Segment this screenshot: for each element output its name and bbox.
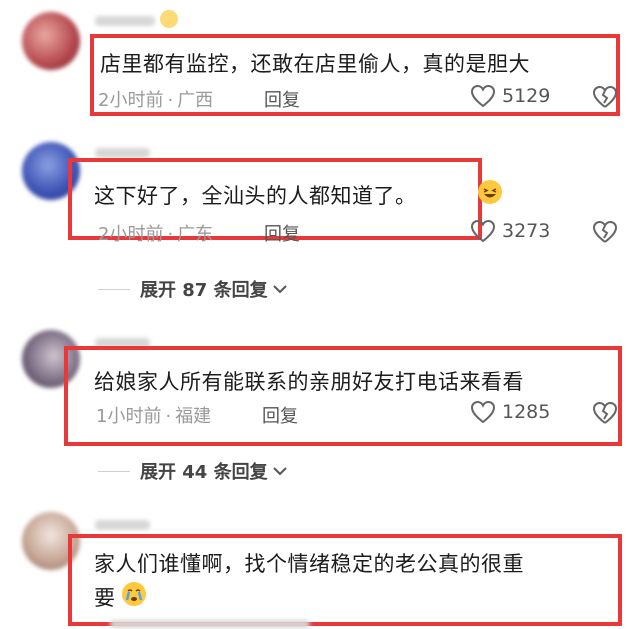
heart-icon bbox=[470, 219, 496, 243]
like-button[interactable]: 5129 bbox=[470, 84, 550, 108]
chevron-down-icon bbox=[272, 465, 288, 477]
reply-button[interactable]: 回复 bbox=[264, 220, 300, 246]
broken-heart-icon[interactable] bbox=[592, 85, 618, 109]
crying-emoji-icon bbox=[122, 582, 146, 606]
like-count: 1285 bbox=[502, 401, 551, 423]
comment-meta: 2小时前 · 广西 bbox=[98, 86, 213, 112]
username-blurred[interactable] bbox=[95, 148, 150, 158]
broken-heart-icon[interactable] bbox=[592, 401, 618, 425]
divider-line bbox=[98, 288, 130, 290]
comment-location: 广东 bbox=[177, 224, 214, 245]
username-emoji-icon bbox=[160, 10, 178, 28]
username-blurred[interactable] bbox=[95, 520, 150, 530]
like-count: 3273 bbox=[502, 220, 551, 242]
highlight-box bbox=[64, 346, 622, 446]
expand-replies-button[interactable]: 展开 44 条回复 bbox=[98, 458, 288, 484]
separator-dot: · bbox=[167, 90, 174, 111]
divider-line bbox=[98, 470, 130, 472]
heart-icon bbox=[470, 400, 496, 424]
comment-time: 2小时前 bbox=[98, 90, 164, 111]
avatar[interactable] bbox=[22, 12, 80, 70]
comment-text-line2: 要 bbox=[94, 586, 116, 610]
comment-meta: 2小时前 · 广东 bbox=[98, 220, 213, 246]
like-button[interactable]: 1285 bbox=[470, 400, 550, 424]
comment-location: 福建 bbox=[175, 406, 212, 427]
comment-text: 店里都有监控，还敢在店里偷人，真的是胆大 bbox=[100, 52, 530, 76]
comment-time: 1小时前 bbox=[96, 406, 162, 427]
separator-dot: · bbox=[167, 224, 174, 245]
comment-meta: 1小时前 · 福建 bbox=[96, 402, 211, 428]
separator-dot: · bbox=[165, 406, 172, 427]
laughing-emoji-icon bbox=[478, 180, 502, 204]
comment-meta-blurred bbox=[110, 620, 310, 628]
like-button[interactable]: 3273 bbox=[470, 219, 550, 243]
comment-location: 广西 bbox=[177, 90, 214, 111]
username-blurred[interactable] bbox=[95, 16, 155, 26]
chevron-down-icon bbox=[272, 283, 288, 295]
expand-replies-button[interactable]: 展开 87 条回复 bbox=[98, 276, 288, 302]
broken-heart-icon[interactable] bbox=[592, 220, 618, 244]
comment-text: 这下好了，全汕头的人都知道了。 bbox=[94, 184, 417, 208]
like-count: 5129 bbox=[502, 85, 551, 107]
comment-text-line1: 家人们谁懂啊，找个情绪稳定的老公真的很重 bbox=[94, 552, 524, 576]
reply-button[interactable]: 回复 bbox=[264, 86, 300, 112]
expand-label: 展开 87 条回复 bbox=[140, 280, 268, 301]
comment-text: 给娘家人所有能联系的亲朋好友打电话来看看 bbox=[94, 370, 524, 394]
heart-icon bbox=[470, 84, 496, 108]
reply-button[interactable]: 回复 bbox=[262, 402, 298, 428]
expand-label: 展开 44 条回复 bbox=[140, 462, 268, 483]
comment-time: 2小时前 bbox=[98, 224, 164, 245]
